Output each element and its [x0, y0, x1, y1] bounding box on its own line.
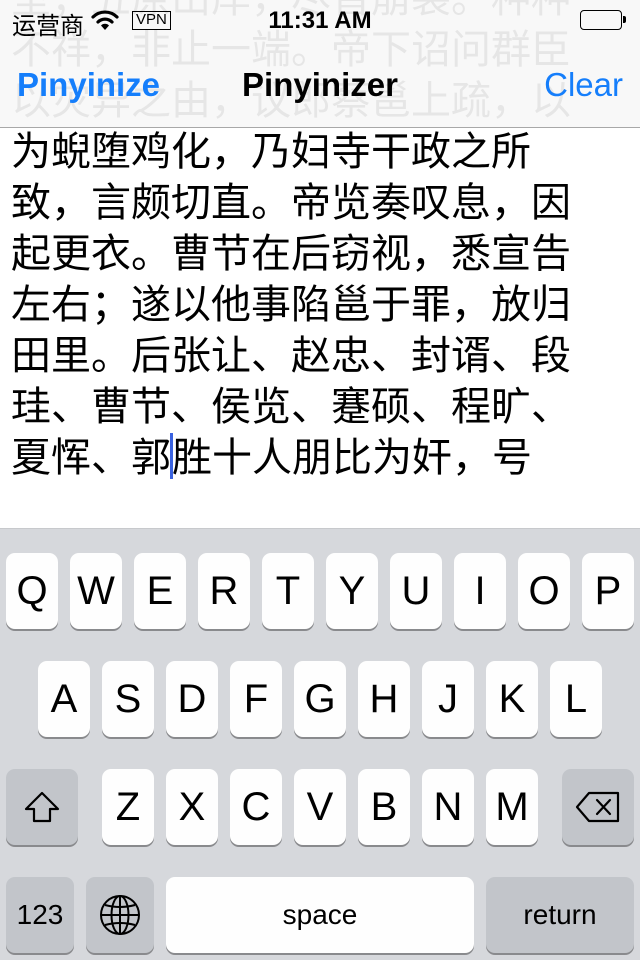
key-u[interactable]: U: [390, 553, 442, 629]
key-i[interactable]: I: [454, 553, 506, 629]
text-line: 田里。后张让、赵忠、封谞、段: [11, 333, 571, 379]
text-before-cursor: 夏恽、郭: [11, 435, 171, 481]
keyboard: QWERTYUIOP ASDFGHJKL ZXCVBNM 123 space r…: [0, 528, 640, 960]
status-bar: 运营商 VPN 11:31 AM: [0, 0, 640, 40]
key-p[interactable]: P: [582, 553, 634, 629]
key-v[interactable]: V: [294, 769, 346, 845]
clear-button[interactable]: Clear: [544, 66, 623, 104]
shift-key[interactable]: [6, 769, 78, 845]
key-e[interactable]: E: [134, 553, 186, 629]
text-after-cursor: 胜十人朋比为奸，号: [172, 435, 532, 481]
key-o[interactable]: O: [518, 553, 570, 629]
text-line-with-cursor: 夏恽、郭胜十人朋比为奸，号: [11, 433, 611, 484]
key-z[interactable]: Z: [102, 769, 154, 845]
text-line: 为蜺堕鸡化，乃妇寺干政之所: [11, 129, 531, 175]
globe-key[interactable]: [86, 877, 154, 953]
key-r[interactable]: R: [198, 553, 250, 629]
key-l[interactable]: L: [550, 661, 602, 737]
text-line: 起更衣。曹节在后窃视，悉宣告: [11, 231, 571, 277]
key-m[interactable]: M: [486, 769, 538, 845]
key-g[interactable]: G: [294, 661, 346, 737]
return-key[interactable]: return: [486, 877, 634, 953]
key-n[interactable]: N: [422, 769, 474, 845]
key-a[interactable]: A: [38, 661, 90, 737]
key-f[interactable]: F: [230, 661, 282, 737]
key-q[interactable]: Q: [6, 553, 58, 629]
text-line: 珪、曹节、侯览、蹇硕、程旷、: [11, 384, 571, 430]
key-w[interactable]: W: [70, 553, 122, 629]
delete-key[interactable]: [562, 769, 634, 845]
battery-icon: [580, 10, 626, 30]
numbers-key[interactable]: 123: [6, 877, 74, 953]
text-line: 左右；遂以他事陷邕于罪，放归: [11, 282, 571, 328]
globe-icon: [99, 894, 141, 936]
key-s[interactable]: S: [102, 661, 154, 737]
key-y[interactable]: Y: [326, 553, 378, 629]
space-key[interactable]: space: [166, 877, 474, 953]
backspace-icon: [575, 791, 621, 823]
shift-icon: [23, 790, 61, 824]
battery-nub: [623, 16, 626, 23]
key-x[interactable]: X: [166, 769, 218, 845]
text-line: 致，言颇切直。帝览奏叹息，因: [11, 180, 571, 226]
navigation-bar: Pinyinize Pinyinizer Clear: [0, 40, 640, 128]
key-h[interactable]: H: [358, 661, 410, 737]
key-t[interactable]: T: [262, 553, 314, 629]
key-j[interactable]: J: [422, 661, 474, 737]
top-bar: 运营商 VPN 11:31 AM Pinyinize Pinyinizer Cl…: [0, 0, 640, 128]
key-d[interactable]: D: [166, 661, 218, 737]
key-k[interactable]: K: [486, 661, 538, 737]
status-time: 11:31 AM: [268, 7, 372, 34]
key-b[interactable]: B: [358, 769, 410, 845]
key-c[interactable]: C: [230, 769, 282, 845]
